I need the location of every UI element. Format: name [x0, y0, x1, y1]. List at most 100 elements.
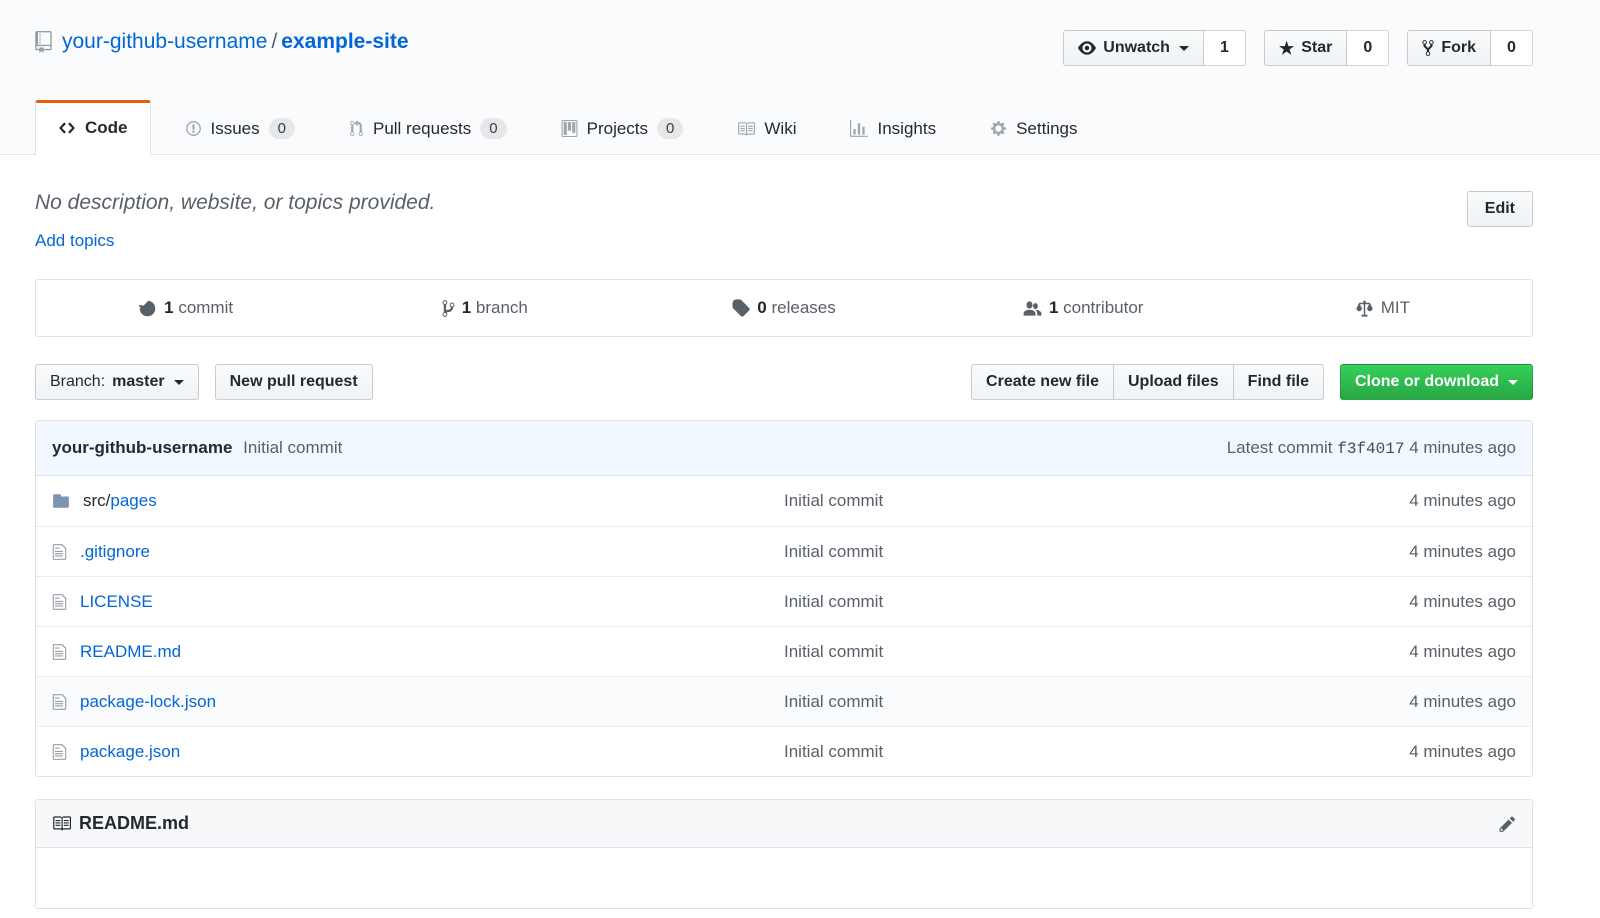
file-icon — [52, 693, 67, 711]
people-icon — [1023, 299, 1042, 318]
file-link[interactable]: package.json — [80, 742, 180, 762]
repo-owner-link[interactable]: your-github-username — [62, 30, 267, 53]
fork-group: Fork 0 — [1407, 30, 1533, 66]
tab-projects-label: Projects — [587, 119, 648, 139]
file-age: 4 minutes ago — [1296, 491, 1516, 511]
watch-group: Unwatch 1 — [1063, 30, 1246, 66]
file-age: 4 minutes ago — [1296, 592, 1516, 612]
file-actions-group: Create new file Upload files Find file — [971, 364, 1324, 400]
law-icon — [1355, 299, 1374, 318]
releases-stat[interactable]: 0 releases — [634, 280, 933, 336]
contributors-stat[interactable]: 1 contributor — [934, 280, 1233, 336]
branch-label: Branch: — [50, 373, 105, 391]
tab-projects[interactable]: Projects 0 — [541, 100, 704, 154]
tab-issues[interactable]: Issues 0 — [165, 100, 315, 154]
find-file-button[interactable]: Find file — [1233, 364, 1324, 400]
file-icon — [52, 643, 67, 661]
file-commit-message[interactable]: Initial commit — [784, 592, 883, 611]
tab-pull-requests-label: Pull requests — [373, 119, 471, 139]
repo-header: your-github-username/example-site Unwatc… — [0, 0, 1600, 155]
latest-commit-time: 4 minutes ago — [1409, 438, 1516, 457]
file-link[interactable]: .gitignore — [80, 542, 150, 562]
clone-or-download-button[interactable]: Clone or download — [1340, 364, 1533, 400]
file-commit-message[interactable]: Initial commit — [784, 742, 883, 761]
file-icon — [52, 593, 67, 611]
folder-prefix-link[interactable]: src/ — [83, 491, 110, 510]
issues-count-badge: 0 — [269, 118, 295, 139]
commit-author-link[interactable]: your-github-username — [52, 438, 232, 457]
chevron-down-icon — [1508, 380, 1518, 385]
history-icon — [138, 299, 157, 318]
branches-stat[interactable]: 1 branch — [335, 280, 634, 336]
commits-stat[interactable]: 1 commit — [36, 280, 335, 336]
fork-label: Fork — [1441, 39, 1476, 57]
file-browser: your-github-username Initial commit Late… — [35, 420, 1533, 777]
repo-nav: Code Issues 0 Pull requests 0 Projects 0… — [35, 100, 1533, 154]
repo-description-block: No description, website, or topics provi… — [35, 191, 435, 251]
unwatch-button[interactable]: Unwatch — [1063, 30, 1204, 66]
fork-button[interactable]: Fork — [1407, 30, 1491, 66]
file-row: src/pages Initial commit 4 minutes ago — [36, 476, 1532, 526]
file-link[interactable]: README.md — [80, 642, 181, 662]
readme-content — [36, 848, 1532, 908]
star-button[interactable]: ★ Star — [1264, 30, 1347, 66]
create-new-file-button[interactable]: Create new file — [971, 364, 1114, 400]
pull-requests-count-badge: 0 — [480, 118, 506, 139]
code-icon — [58, 119, 76, 137]
file-row: package-lock.json Initial commit 4 minut… — [36, 676, 1532, 726]
file-icon — [52, 743, 67, 761]
repo-description: No description, website, or topics provi… — [35, 191, 435, 215]
unwatch-label: Unwatch — [1103, 39, 1170, 57]
star-count[interactable]: 0 — [1347, 30, 1389, 66]
tab-insights-label: Insights — [877, 119, 936, 139]
project-icon — [561, 120, 578, 137]
edit-button[interactable]: Edit — [1467, 191, 1533, 227]
commit-message-link[interactable]: Initial commit — [243, 438, 342, 457]
contributor-label: contributor — [1063, 298, 1143, 317]
file-commit-message[interactable]: Initial commit — [784, 642, 883, 661]
license-stat[interactable]: MIT — [1233, 280, 1532, 336]
file-link[interactable]: package-lock.json — [80, 692, 216, 712]
tab-issues-label: Issues — [211, 119, 260, 139]
book-icon — [737, 120, 755, 138]
edit-readme-button[interactable] — [1499, 815, 1516, 833]
upload-files-button[interactable]: Upload files — [1113, 364, 1234, 400]
pencil-icon — [1499, 815, 1516, 833]
tab-pull-requests[interactable]: Pull requests 0 — [329, 100, 527, 154]
file-row: package.json Initial commit 4 minutes ag… — [36, 726, 1532, 776]
repo-title: your-github-username/example-site — [35, 30, 409, 54]
book-icon — [52, 814, 71, 833]
file-age: 4 minutes ago — [1296, 742, 1516, 762]
branch-label: branch — [476, 298, 528, 317]
release-label: releases — [771, 298, 835, 317]
chevron-down-icon — [174, 380, 184, 385]
commit-sha-link[interactable]: f3f4017 — [1337, 440, 1404, 458]
graph-icon — [850, 120, 868, 138]
tab-wiki[interactable]: Wiki — [717, 100, 816, 154]
new-pull-request-button[interactable]: New pull request — [215, 364, 373, 400]
branch-count: 1 — [462, 298, 471, 317]
file-commit-message[interactable]: Initial commit — [784, 542, 883, 561]
latest-commit-bar: your-github-username Initial commit Late… — [36, 421, 1532, 476]
file-commit-message[interactable]: Initial commit — [784, 491, 883, 510]
fork-count[interactable]: 0 — [1491, 30, 1533, 66]
file-age: 4 minutes ago — [1296, 642, 1516, 662]
folder-icon — [52, 492, 70, 510]
file-row: LICENSE Initial commit 4 minutes ago — [36, 576, 1532, 626]
file-commit-message[interactable]: Initial commit — [784, 692, 883, 711]
tab-code[interactable]: Code — [35, 100, 151, 155]
tab-settings[interactable]: Settings — [970, 100, 1097, 154]
contributor-count: 1 — [1049, 298, 1058, 317]
star-group: ★ Star 0 — [1264, 30, 1389, 66]
folder-link[interactable]: pages — [110, 491, 156, 510]
file-link[interactable]: LICENSE — [80, 592, 153, 612]
branch-select-button[interactable]: Branch: master — [35, 364, 199, 400]
add-topics-link[interactable]: Add topics — [35, 231, 114, 251]
release-count: 0 — [757, 298, 766, 317]
tab-insights[interactable]: Insights — [830, 100, 956, 154]
watch-count[interactable]: 1 — [1204, 30, 1246, 66]
repo-name-link[interactable]: example-site — [281, 30, 408, 53]
gear-icon — [990, 120, 1007, 137]
star-icon: ★ — [1279, 40, 1294, 57]
file-age: 4 minutes ago — [1296, 692, 1516, 712]
